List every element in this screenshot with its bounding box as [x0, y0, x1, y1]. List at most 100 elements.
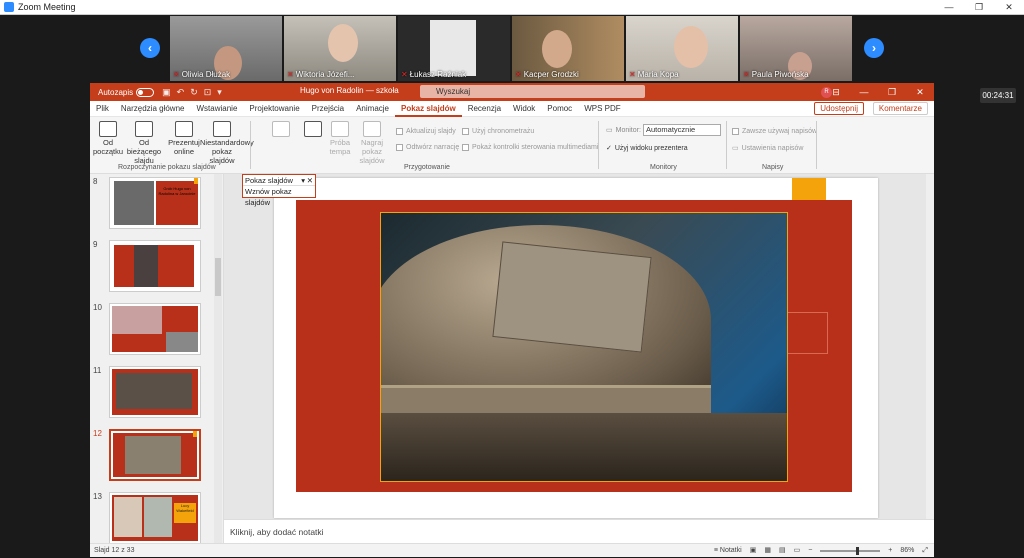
zoom-out-icon[interactable]: − — [808, 544, 812, 558]
tab-home[interactable]: Narzędzia główne — [115, 101, 191, 117]
search-input[interactable]: Wyszukaj — [420, 85, 645, 98]
slide-sorter-icon[interactable]: ▦ — [764, 544, 771, 558]
editor-scrollbar[interactable] — [926, 174, 934, 519]
custom-show-button[interactable]: Niestandardowy pokaz slajdów — [200, 121, 254, 165]
slide-thumbnail[interactable]: 9 — [90, 237, 223, 299]
presenter-view-checkbox[interactable]: ✓ Użyj widoku prezentera — [606, 144, 688, 153]
slide-thumbnail-title: Grób Hugo von Radolina w Jarocinie — [156, 181, 198, 225]
present-icon[interactable]: ⊡ — [204, 87, 212, 98]
notes-pane[interactable]: Kliknij, aby dodać notatki — [224, 519, 934, 543]
restore-icon[interactable]: ❐ — [878, 83, 906, 101]
zoom-slider[interactable] — [820, 547, 881, 555]
monitor-label: Monitor: — [615, 126, 641, 134]
rehearse-button[interactable]: Próba tempa — [328, 121, 352, 156]
slide-thumbnail[interactable]: 13 Lucy Wakefield — [90, 489, 223, 546]
tab-view[interactable]: Widok — [507, 101, 541, 117]
checkbox-label: Użyj chronometrażu — [472, 128, 535, 135]
close-icon[interactable]: ✕ — [994, 0, 1024, 15]
tab-wps-pdf[interactable]: WPS PDF — [578, 101, 626, 117]
resume-slideshow-option[interactable]: Wznów pokaz slajdów — [243, 186, 315, 207]
participant-name: Łukasz Raźniak — [409, 70, 467, 79]
participant-name: Oliwia Dłużak — [181, 70, 231, 79]
tab-design[interactable]: Projektowanie — [243, 101, 305, 117]
zoom-logo-icon — [4, 2, 14, 12]
slide-thumbnail-active[interactable]: 12 — [90, 426, 223, 488]
share-button[interactable]: Udostępnij — [814, 102, 864, 115]
minimize-icon[interactable]: — — [934, 0, 964, 15]
zoom-level[interactable]: 86% — [900, 544, 914, 558]
participant-tile[interactable]: ✕ Kacper Grodzki — [512, 16, 624, 81]
undo-icon[interactable]: ↶ — [177, 87, 185, 98]
scrollbar-thumb[interactable] — [215, 258, 221, 296]
save-icon[interactable]: ▣ — [162, 87, 171, 98]
checkmark-icon: ✓ — [606, 145, 612, 152]
tab-slideshow[interactable]: Pokaz slajdów — [395, 101, 462, 117]
media-controls-checkbox[interactable]: Pokaż kontrolki sterowania multimediami — [462, 144, 598, 151]
hide-slide-button[interactable] — [302, 121, 324, 138]
from-current-button[interactable]: Od bieżącego slajdu — [124, 121, 164, 165]
slide-thumbnail[interactable]: 8 Grób Hugo von Radolina w Jarocinie — [90, 174, 223, 236]
tab-file[interactable]: Plik — [90, 101, 115, 117]
slide-thumbnail[interactable]: 11 — [90, 363, 223, 425]
reading-view-icon[interactable]: ▤ — [779, 544, 786, 558]
button-label: Ustawienia napisów — [741, 144, 804, 152]
slide-thumbnail[interactable]: 10 — [90, 300, 223, 362]
mic-muted-icon: ✕ — [629, 70, 636, 79]
record-icon — [363, 121, 381, 137]
tab-animations[interactable]: Animacje — [350, 101, 395, 117]
slide-number: 11 — [93, 366, 102, 375]
play-icon — [99, 121, 117, 137]
always-subtitles-checkbox[interactable]: Zawsze używaj napisów — [732, 128, 817, 135]
monitor-select[interactable]: Automatycznie — [643, 124, 721, 136]
slideshow-dropdown[interactable]: Pokaz slajdów ▾ ✕ Wznów pokaz slajdów — [242, 174, 316, 207]
zoom-in-icon[interactable]: + — [888, 544, 892, 558]
tab-insert[interactable]: Wstawianie — [190, 101, 243, 117]
tab-help[interactable]: Pomoc — [541, 101, 578, 117]
maximize-icon[interactable]: ❐ — [964, 0, 994, 15]
fit-slide-icon[interactable]: ⤢ — [922, 544, 928, 558]
present-online-button[interactable]: Prezentuj online — [168, 121, 200, 156]
button-label: Niestandardowy pokaz slajdów — [200, 138, 254, 165]
checkbox-label: Odtwórz narrację — [406, 144, 460, 151]
zoom-title-bar: Zoom Meeting — ❐ ✕ — [0, 0, 1024, 15]
normal-view-icon[interactable]: ▣ — [750, 544, 757, 558]
participant-tile[interactable]: ✕ Oliwia Dłużak — [170, 16, 282, 81]
slide-editor — [224, 174, 934, 519]
mic-muted-icon: ✕ — [173, 70, 180, 79]
participant-tile[interactable]: ✕ Wiktoria Józefi... — [284, 16, 396, 81]
ribbon-display-icon[interactable]: ⊟ — [822, 83, 850, 101]
current-slide[interactable] — [274, 178, 878, 518]
gallery-prev-button[interactable]: ‹ — [140, 38, 160, 58]
autosave-toggle[interactable]: Autozapis — [98, 87, 155, 97]
slideshow-view-icon[interactable]: ▭ — [794, 544, 801, 558]
checkbox-label: Użyj widoku prezentera — [614, 144, 688, 152]
update-slides-checkbox[interactable]: Aktualizuj slajdy — [396, 128, 456, 135]
redo-icon[interactable]: ↻ — [190, 87, 198, 98]
customize-qat-icon[interactable]: ▾ — [217, 87, 222, 98]
button-label: Od bieżącego slajdu — [126, 138, 162, 165]
subtitle-settings-button[interactable]: ▭ Ustawienia napisów — [732, 144, 804, 153]
notes-toggle-button[interactable]: ≡ Notatki — [714, 544, 742, 558]
tab-transitions[interactable]: Przejścia — [306, 101, 350, 117]
participant-tile[interactable]: ✕ Łukasz Raźniak — [398, 16, 510, 81]
toggle-switch[interactable] — [136, 87, 155, 97]
thumbnails-scrollbar[interactable] — [214, 174, 222, 546]
comments-button[interactable]: Komentarze — [872, 102, 928, 115]
chevron-down-icon[interactable]: ▾ — [301, 175, 305, 186]
meeting-timer: 00:24:31 — [980, 88, 1016, 103]
use-timings-checkbox[interactable]: Użyj chronometrażu — [462, 128, 534, 135]
close-icon[interactable]: ✕ — [906, 83, 934, 101]
close-icon[interactable]: ✕ — [307, 175, 313, 186]
gallery-next-button[interactable]: › — [864, 38, 884, 58]
slide-photo[interactable] — [380, 212, 788, 482]
dropdown-selected[interactable]: Pokaz slajdów ▾ ✕ — [243, 175, 315, 186]
participant-tile[interactable]: ✕ Maria Kopa — [626, 16, 738, 81]
record-button[interactable]: Nagraj pokaz slajdów — [354, 121, 390, 165]
from-start-button[interactable]: Od początku — [92, 121, 124, 156]
minimize-icon[interactable]: — — [850, 83, 878, 101]
setup-show-button[interactable] — [268, 121, 294, 138]
participant-tile[interactable]: ✕ Paula Piwońska — [740, 16, 852, 81]
tab-review[interactable]: Recenzja — [462, 101, 507, 117]
mic-muted-icon: ✕ — [743, 70, 750, 79]
play-narration-checkbox[interactable]: Odtwórz narrację — [396, 144, 459, 151]
